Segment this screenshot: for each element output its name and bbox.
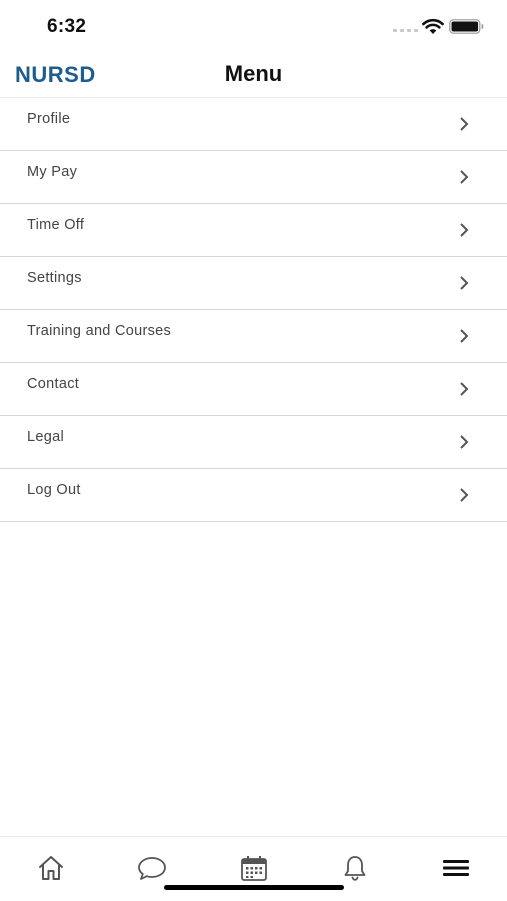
chevron-right-icon xyxy=(460,276,469,290)
app-header: Menu NURSD xyxy=(0,52,507,98)
menu-list: Profile My Pay Time Off Settings Trainin… xyxy=(0,97,507,522)
tab-notifications[interactable] xyxy=(335,851,375,885)
home-indicator[interactable] xyxy=(164,885,344,890)
chevron-right-icon xyxy=(460,382,469,396)
home-icon xyxy=(39,856,63,880)
menu-item-log-out[interactable]: Log Out xyxy=(0,469,507,522)
menu-item-time-off[interactable]: Time Off xyxy=(0,204,507,257)
calendar-icon xyxy=(241,856,267,881)
menu-item-label: Profile xyxy=(27,111,71,127)
menu-item-legal[interactable]: Legal xyxy=(0,416,507,469)
tab-messages[interactable] xyxy=(132,851,172,885)
cellular-signal-icon xyxy=(393,29,418,32)
chevron-right-icon xyxy=(460,223,469,237)
chevron-right-icon xyxy=(460,170,469,184)
hamburger-menu-icon xyxy=(443,860,469,876)
battery-icon xyxy=(449,19,484,34)
tab-menu[interactable] xyxy=(436,851,476,885)
chevron-right-icon xyxy=(460,435,469,449)
menu-item-contact[interactable]: Contact xyxy=(0,363,507,416)
menu-item-label: Log Out xyxy=(27,482,81,498)
status-bar: 6:32 xyxy=(0,0,507,52)
status-time: 6:32 xyxy=(47,16,87,37)
tab-home[interactable] xyxy=(31,851,71,885)
menu-item-label: Legal xyxy=(27,429,64,445)
bell-icon xyxy=(344,856,366,881)
chevron-right-icon xyxy=(460,488,469,502)
bottom-tab-bar xyxy=(0,836,507,901)
menu-item-label: Training and Courses xyxy=(27,323,172,339)
chevron-right-icon xyxy=(460,117,469,131)
menu-item-settings[interactable]: Settings xyxy=(0,257,507,310)
menu-item-label: My Pay xyxy=(27,164,78,180)
chat-bubble-icon xyxy=(138,857,166,880)
menu-item-profile[interactable]: Profile xyxy=(0,98,507,151)
menu-item-label: Contact xyxy=(27,376,80,392)
brand-logo[interactable]: NURSD xyxy=(15,62,96,88)
tab-calendar[interactable] xyxy=(234,851,274,885)
chevron-right-icon xyxy=(460,329,469,343)
menu-item-label: Settings xyxy=(27,270,82,286)
menu-item-training-and-courses[interactable]: Training and Courses xyxy=(0,310,507,363)
menu-item-my-pay[interactable]: My Pay xyxy=(0,151,507,204)
wifi-icon xyxy=(422,18,444,34)
menu-item-label: Time Off xyxy=(27,217,85,233)
